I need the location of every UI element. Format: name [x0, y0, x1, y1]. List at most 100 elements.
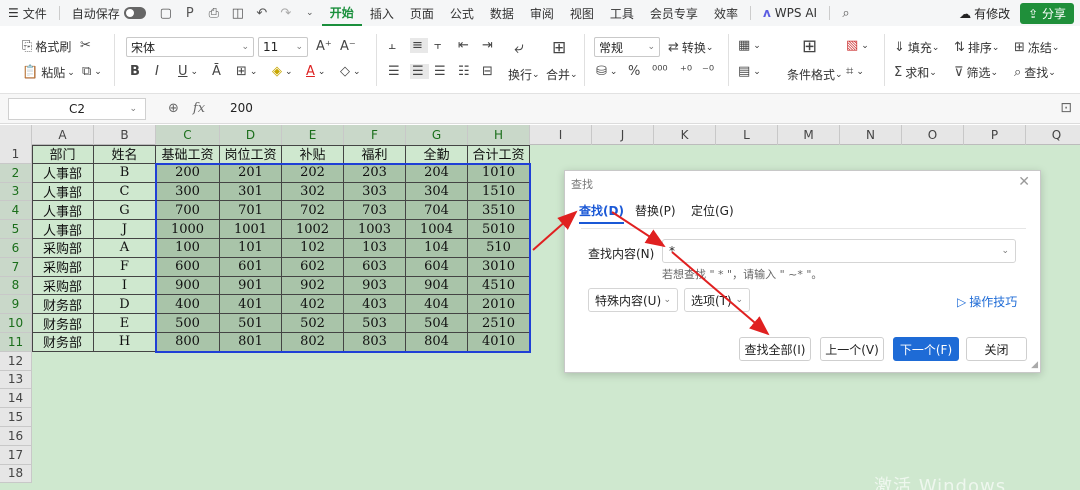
table-cell[interactable]: 510: [468, 239, 530, 258]
justify-button[interactable]: ☷: [458, 64, 473, 79]
search-icon[interactable]: ⌕: [838, 5, 854, 21]
resize-grip-icon[interactable]: ◢: [1031, 360, 1038, 370]
table-cell[interactable]: 人事部: [32, 201, 94, 221]
autosave-toggle[interactable]: 自动保存: [64, 0, 154, 26]
table-cell[interactable]: 采购部: [32, 257, 94, 277]
table-cell[interactable]: 3010: [468, 257, 530, 277]
column-header-j[interactable]: J: [592, 125, 654, 145]
table-cell[interactable]: G: [94, 201, 156, 221]
table-cell[interactable]: C: [94, 182, 156, 202]
table-cell[interactable]: 4010: [468, 333, 530, 352]
table-cell[interactable]: 2510: [468, 314, 530, 333]
select-all-corner[interactable]: [0, 125, 32, 145]
special-content-dropdown[interactable]: 特殊内容(U) ⌄: [588, 288, 678, 312]
table-cell[interactable]: A: [94, 239, 156, 258]
column-header-f[interactable]: F: [344, 125, 406, 145]
table-cell[interactable]: 504: [406, 314, 468, 333]
row-header-11[interactable]: 11: [0, 333, 32, 352]
column-header-q[interactable]: Q: [1026, 125, 1080, 145]
align-top-button[interactable]: ⫠: [388, 38, 399, 53]
column-header-h[interactable]: H: [468, 125, 530, 145]
table-header-cell[interactable]: 补贴: [282, 145, 344, 164]
table-cell[interactable]: 403: [344, 295, 406, 315]
table-cell[interactable]: 1010: [468, 163, 530, 183]
table-cell[interactable]: 3510: [468, 201, 530, 221]
table-cell[interactable]: 103: [344, 239, 406, 258]
row-header-1[interactable]: 1: [0, 145, 32, 164]
table-cell[interactable]: 700: [156, 201, 220, 221]
fx-icon[interactable]: fx: [193, 101, 205, 116]
table-cell[interactable]: 202: [282, 163, 344, 183]
share-button[interactable]: ⇪ 分享: [1020, 3, 1074, 24]
table-cell[interactable]: 104: [406, 239, 468, 258]
border-button[interactable]: ⊞ ⌄: [236, 64, 257, 79]
row-header-9[interactable]: 9: [0, 295, 32, 315]
tab-data[interactable]: 数据: [482, 0, 522, 26]
table-cell[interactable]: 203: [344, 163, 406, 183]
table-cell[interactable]: 财务部: [32, 314, 94, 333]
row-header-15[interactable]: 15: [0, 408, 32, 427]
row-header-8[interactable]: 8: [0, 276, 32, 296]
table-cell[interactable]: 5010: [468, 220, 530, 239]
font-color-button[interactable]: A ⌄: [306, 64, 325, 79]
decrease-font-button[interactable]: A⁻: [340, 39, 359, 54]
row-header-10[interactable]: 10: [0, 314, 32, 333]
table-cell[interactable]: H: [94, 333, 156, 352]
table-header-cell[interactable]: 岗位工资: [220, 145, 282, 164]
align-center-button[interactable]: ☰: [410, 64, 429, 79]
table-cell[interactable]: 904: [406, 276, 468, 296]
table-cell[interactable]: 704: [406, 201, 468, 221]
table-cell[interactable]: 503: [344, 314, 406, 333]
table-cell[interactable]: 802: [282, 333, 344, 352]
print-preview-icon[interactable]: ◫: [230, 5, 246, 21]
table-cell[interactable]: 101: [220, 239, 282, 258]
table-cell[interactable]: 人事部: [32, 182, 94, 202]
table-cell[interactable]: J: [94, 220, 156, 239]
bold-button[interactable]: B: [130, 64, 143, 79]
table-cell[interactable]: 901: [220, 276, 282, 296]
zoom-icon[interactable]: ⊕: [168, 101, 179, 116]
table-cell[interactable]: 401: [220, 295, 282, 315]
expand-formula-icon[interactable]: ⊡: [1060, 100, 1072, 116]
find-all-button[interactable]: 查找全部(I): [739, 337, 811, 361]
previous-button[interactable]: 上一个(V): [820, 337, 884, 361]
table-cell[interactable]: 1510: [468, 182, 530, 202]
table-cell[interactable]: 703: [344, 201, 406, 221]
chevron-down-icon[interactable]: ⌄: [302, 5, 318, 21]
wps-ai-button[interactable]: ᴧ WPS AI: [755, 0, 825, 26]
tab-member[interactable]: 会员专享: [642, 0, 706, 26]
column-header-m[interactable]: M: [778, 125, 840, 145]
increase-decimal-button[interactable]: ⁺⁰: [680, 64, 695, 79]
table-cell[interactable]: 100: [156, 239, 220, 258]
column-header-b[interactable]: B: [94, 125, 156, 145]
table-cell[interactable]: 人事部: [32, 163, 94, 183]
table-cell[interactable]: 财务部: [32, 295, 94, 315]
table-cell[interactable]: 603: [344, 257, 406, 277]
distribute-button[interactable]: ⊟: [482, 64, 496, 79]
row-header-13[interactable]: 13: [0, 370, 32, 390]
fill-color-button[interactable]: ◈ ⌄: [272, 64, 293, 79]
table-cell[interactable]: 400: [156, 295, 220, 315]
wrap-button[interactable]: 换行 ⌄: [508, 66, 540, 83]
row-header-6[interactable]: 6: [0, 239, 32, 258]
sort-button[interactable]: ⇅ 排序 ⌄: [954, 39, 999, 56]
table-cell[interactable]: 人事部: [32, 220, 94, 239]
table-cell[interactable]: B: [94, 163, 156, 183]
tab-insert[interactable]: 插入: [362, 0, 402, 26]
table-cell[interactable]: 903: [344, 276, 406, 296]
table-cell[interactable]: 采购部: [32, 276, 94, 296]
table-cell[interactable]: 301: [220, 182, 282, 202]
underline-button[interactable]: U ⌄: [178, 64, 198, 79]
table-cell[interactable]: 4510: [468, 276, 530, 296]
options-dropdown[interactable]: 选项(T) ⌄: [684, 288, 750, 312]
find-content-input[interactable]: * ⌄: [662, 239, 1016, 263]
row-header-14[interactable]: 14: [0, 389, 32, 409]
table-cell[interactable]: 201: [220, 163, 282, 183]
table-cell[interactable]: 财务部: [32, 333, 94, 352]
align-left-button[interactable]: ☰: [388, 64, 403, 79]
currency-button[interactable]: ⛁ ⌄: [596, 64, 617, 79]
color-scale-button[interactable]: ▧ ⌄: [846, 38, 869, 53]
font-size-select[interactable]: 11 ⌄: [258, 37, 308, 57]
row-header-12[interactable]: 12: [0, 351, 32, 371]
table-cell[interactable]: 204: [406, 163, 468, 183]
